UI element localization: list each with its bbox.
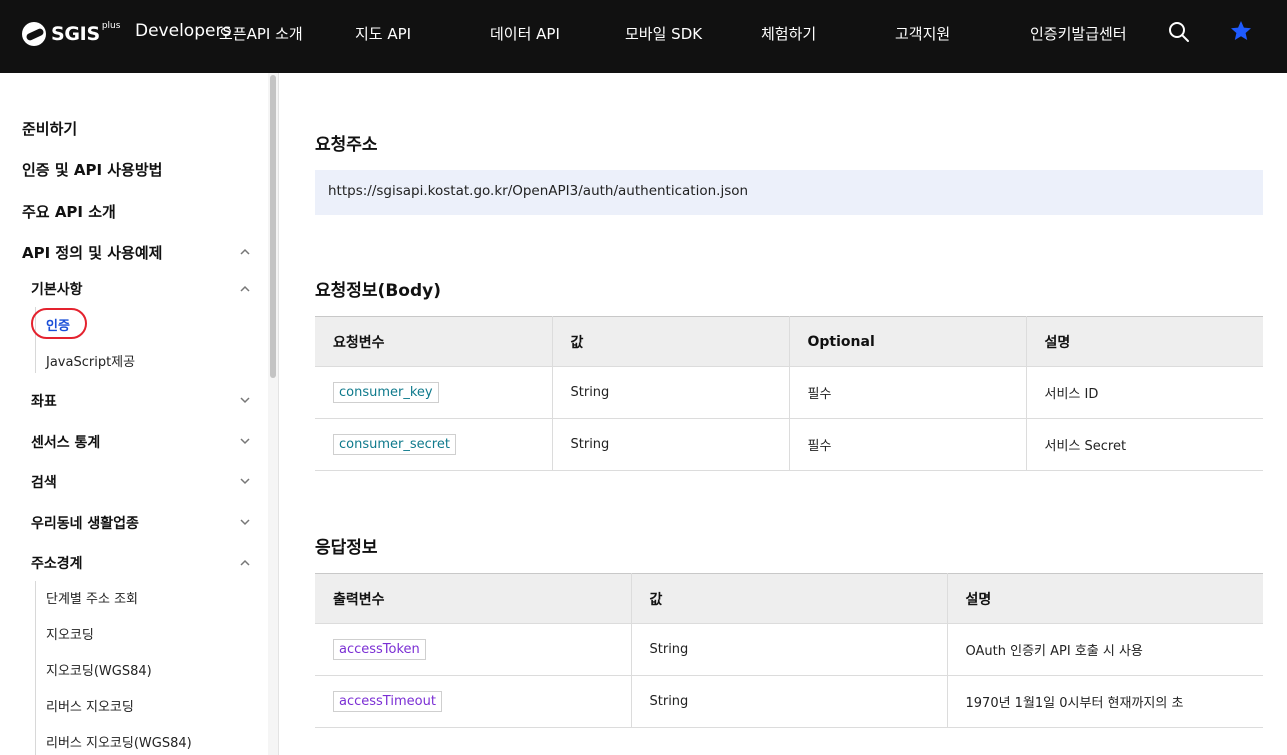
sidebar-item-prepare[interactable]: 준비하기 xyxy=(22,118,77,139)
sidebar-item-coords[interactable]: 좌표 xyxy=(31,391,57,411)
table-cell: consumer_secret xyxy=(315,418,553,471)
table-cell: 필수 xyxy=(788,366,1027,419)
request-body-title: 요청정보(Body) xyxy=(315,281,441,301)
sidebar: 준비하기 인증 및 API 사용방법 주요 API 소개 API 정의 및 사용… xyxy=(0,73,279,755)
table-row: accessTimeout String 1970년 1월1일 0시부터 현재까… xyxy=(315,675,1263,728)
brand-developers[interactable]: Developers xyxy=(135,21,231,41)
chevron-down-icon[interactable] xyxy=(239,435,251,447)
request-table: 요청변수 값 Optional 설명 consumer_key String 필… xyxy=(315,316,1263,471)
sidebar-item-stepwise-address[interactable]: 단계별 주소 조회 xyxy=(46,588,138,607)
sidebar-item-geocoding-wgs84[interactable]: 지오코딩(WGS84) xyxy=(46,660,152,679)
table-cell: 1970년 1월1일 0시부터 현재까지의 초 xyxy=(946,675,1263,728)
sidebar-item-api-definition[interactable]: API 정의 및 사용예제 xyxy=(22,242,162,263)
column-header: 설명 xyxy=(946,573,1263,624)
param-consumer-key: consumer_key xyxy=(333,382,439,403)
sgis-logo-icon xyxy=(22,22,46,46)
param-access-token: accessToken xyxy=(333,639,426,660)
search-icon[interactable] xyxy=(1168,21,1190,43)
chevron-down-icon[interactable] xyxy=(239,475,251,487)
sidebar-item-local-business[interactable]: 우리동네 생활업종 xyxy=(31,513,139,533)
response-table: 출력변수 값 설명 accessToken String OAuth 인증키 A… xyxy=(315,573,1263,728)
chevron-up-icon[interactable] xyxy=(239,283,251,295)
sidebar-item-reverse-geocoding[interactable]: 리버스 지오코딩 xyxy=(46,696,134,715)
table-cell: String xyxy=(630,623,948,676)
sidebar-item-reverse-geocoding-wgs84[interactable]: 리버스 지오코딩(WGS84) xyxy=(46,732,192,751)
table-header-row: 출력변수 값 설명 xyxy=(315,573,1263,624)
table-cell: 필수 xyxy=(788,418,1027,471)
table-cell: OAuth 인증키 API 호출 시 사용 xyxy=(946,623,1263,676)
nav-auth-key-center[interactable]: 인증키발급센터 xyxy=(1030,23,1127,44)
chevron-up-icon[interactable] xyxy=(239,246,251,258)
column-header: 값 xyxy=(551,316,790,367)
column-header: 출력변수 xyxy=(315,573,632,624)
nav-data-api[interactable]: 데이터 API xyxy=(490,23,560,44)
table-row: accessToken String OAuth 인증키 API 호출 시 사용 xyxy=(315,623,1263,676)
table-cell: accessTimeout xyxy=(315,675,632,728)
nav-mobile-sdk[interactable]: 모바일 SDK xyxy=(625,23,702,44)
chevron-down-icon[interactable] xyxy=(239,516,251,528)
sidebar-scrollbar-thumb[interactable] xyxy=(270,75,276,378)
param-access-timeout: accessTimeout xyxy=(333,691,442,712)
table-cell: String xyxy=(551,418,790,471)
column-header: 설명 xyxy=(1025,316,1263,367)
sgis-logo[interactable]: SGIS plus xyxy=(22,20,120,48)
sidebar-item-geocoding[interactable]: 지오코딩 xyxy=(46,624,94,643)
nav-experience[interactable]: 체험하기 xyxy=(761,23,816,44)
nav-map-api[interactable]: 지도 API xyxy=(355,23,411,44)
table-header-row: 요청변수 값 Optional 설명 xyxy=(315,316,1263,367)
table-cell: accessToken xyxy=(315,623,632,676)
request-url-box: https://sgisapi.kostat.go.kr/OpenAPI3/au… xyxy=(315,170,1263,215)
param-consumer-secret: consumer_secret xyxy=(333,434,456,455)
chevron-down-icon[interactable] xyxy=(239,394,251,406)
star-icon[interactable] xyxy=(1229,19,1253,43)
table-cell: 서비스 ID xyxy=(1025,366,1263,419)
active-item-highlight xyxy=(31,308,87,339)
request-url: https://sgisapi.kostat.go.kr/OpenAPI3/au… xyxy=(328,183,749,199)
table-row: consumer_key String 필수 서비스 ID xyxy=(315,366,1263,419)
chevron-up-icon[interactable] xyxy=(239,557,251,569)
column-header: 값 xyxy=(630,573,948,624)
sidebar-item-census[interactable]: 센서스 통계 xyxy=(31,432,100,452)
sidebar-item-search[interactable]: 검색 xyxy=(31,472,57,492)
sidebar-item-javascript[interactable]: JavaScript제공 xyxy=(46,351,135,370)
request-url-title: 요청주소 xyxy=(315,135,378,155)
sidebar-item-main-api[interactable]: 주요 API 소개 xyxy=(22,201,116,222)
top-navigation-bar: SGIS plus Developers 오픈API 소개 지도 API 데이터… xyxy=(0,0,1287,73)
column-header: Optional xyxy=(788,316,1027,367)
table-cell: consumer_key xyxy=(315,366,553,419)
table-cell: String xyxy=(630,675,948,728)
logo-sup: plus xyxy=(101,21,121,31)
column-header: 요청변수 xyxy=(315,316,553,367)
sidebar-item-auth-usage[interactable]: 인증 및 API 사용방법 xyxy=(22,159,162,180)
logo-text: SGIS xyxy=(51,23,100,45)
response-title: 응답정보 xyxy=(315,538,378,558)
table-cell: String xyxy=(551,366,790,419)
nav-support[interactable]: 고객지원 xyxy=(895,23,950,44)
tree-guide-line xyxy=(35,581,36,755)
nav-openapi-intro[interactable]: 오픈API 소개 xyxy=(219,23,303,44)
table-row: consumer_secret String 필수 서비스 Secret xyxy=(315,418,1263,471)
sidebar-item-basic[interactable]: 기본사항 xyxy=(31,279,83,299)
sidebar-item-address-boundary[interactable]: 주소경계 xyxy=(31,553,83,573)
table-cell: 서비스 Secret xyxy=(1025,418,1263,471)
